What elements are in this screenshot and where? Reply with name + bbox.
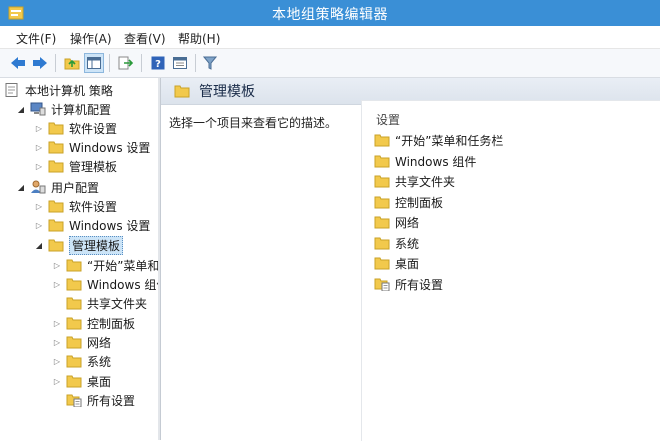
forward-arrow-icon	[33, 57, 47, 69]
tree-item-start-menu[interactable]: ▷ “开始”菜单和	[52, 256, 160, 274]
properties-button[interactable]	[170, 53, 190, 73]
filter-icon	[203, 56, 217, 70]
folder-icon	[66, 259, 82, 272]
folder-icon	[374, 175, 390, 188]
toolbar: ?	[0, 49, 660, 78]
folder-icon	[374, 257, 390, 270]
tree-item-control-panel[interactable]: ▷ 控制面板	[52, 314, 135, 332]
menu-bar: 文件(F) 操作(A) 查看(V) 帮助(H)	[0, 26, 660, 49]
folder-icon	[174, 85, 190, 98]
tree-item-desktop[interactable]: ▷ 桌面	[52, 372, 111, 390]
folder-icon	[48, 122, 64, 135]
collapsed-arrow-icon[interactable]: ▷	[52, 357, 62, 366]
export-list-button[interactable]	[116, 53, 136, 73]
tree-item-shared-folders[interactable]: 共享文件夹	[52, 294, 147, 312]
tree-item-computer-admin-templates[interactable]: ▷ 管理模板	[34, 157, 117, 175]
expanded-arrow-icon[interactable]: ◢	[16, 183, 26, 192]
details-pane: 管理模板 选择一个项目来查看它的描述。 设置 “开始”菜单和任务栏 Window…	[161, 78, 660, 441]
all-settings-icon	[66, 394, 82, 407]
tree-item-user-config[interactable]: ◢ 用户配置	[16, 178, 99, 196]
folder-icon	[66, 336, 82, 349]
help-button[interactable]: ?	[148, 53, 168, 73]
tree-item-user-software-settings[interactable]: ▷ 软件设置	[34, 197, 117, 215]
column-header-setting[interactable]: 设置	[376, 111, 400, 128]
tree-item-user-windows-settings[interactable]: ▷ Windows 设置	[34, 216, 150, 234]
tree-item-system[interactable]: ▷ 系统	[52, 352, 111, 370]
description-text: 选择一个项目来查看它的描述。	[169, 116, 338, 130]
tree-item-computer-config[interactable]: ◢ 计算机配置	[16, 100, 111, 118]
folder-icon	[48, 141, 64, 154]
tree-scrollbar[interactable]	[158, 78, 160, 440]
folder-icon	[374, 134, 390, 147]
title-bar: 本地组策略编辑器	[0, 0, 660, 26]
folder-icon	[48, 219, 64, 232]
settings-list: 设置 “开始”菜单和任务栏 Windows 组件 共享文件夹 控制面板 网络 系…	[361, 100, 660, 441]
all-settings-icon	[374, 278, 390, 291]
back-button[interactable]	[8, 53, 28, 73]
computer-icon	[30, 102, 46, 116]
collapsed-arrow-icon[interactable]: ▷	[34, 143, 44, 152]
svg-text:?: ?	[155, 59, 161, 70]
folder-icon	[374, 216, 390, 229]
up-level-button[interactable]	[62, 53, 82, 73]
folder-icon	[48, 239, 64, 252]
collapsed-arrow-icon[interactable]: ▷	[34, 124, 44, 133]
properties-icon	[173, 57, 187, 69]
folder-icon	[48, 160, 64, 173]
filter-button[interactable]	[200, 53, 220, 73]
folder-icon	[66, 317, 82, 330]
collapsed-arrow-icon[interactable]: ▷	[34, 162, 44, 171]
user-icon	[31, 180, 46, 194]
list-item[interactable]: 系统	[374, 234, 419, 252]
list-item[interactable]: 网络	[374, 213, 419, 231]
menu-action[interactable]: 操作(A)	[70, 30, 112, 47]
list-item[interactable]: “开始”菜单和任务栏	[374, 131, 503, 149]
collapsed-arrow-icon[interactable]: ▷	[52, 319, 62, 328]
export-list-icon	[118, 56, 134, 70]
collapsed-arrow-icon[interactable]: ▷	[34, 221, 44, 230]
tree-item-windows-components[interactable]: ▷ Windows 组件	[52, 275, 160, 293]
tree-item-root[interactable]: 本地计算机 策略	[4, 81, 113, 99]
collapsed-arrow-icon[interactable]: ▷	[34, 202, 44, 211]
details-header-title: 管理模板	[199, 84, 255, 100]
tree-item-user-admin-templates[interactable]: ◢ 管理模板	[34, 235, 124, 255]
menu-view[interactable]: 查看(V)	[124, 30, 166, 47]
list-item[interactable]: 控制面板	[374, 193, 443, 211]
back-arrow-icon	[11, 57, 25, 69]
collapsed-arrow-icon[interactable]: ▷	[52, 280, 62, 289]
up-folder-icon	[64, 58, 80, 70]
list-item[interactable]: Windows 组件	[374, 152, 476, 170]
policy-document-icon	[5, 83, 18, 97]
show-hide-tree-icon	[87, 57, 101, 69]
tree-item-computer-windows-settings[interactable]: ▷ Windows 设置	[34, 138, 150, 156]
collapsed-arrow-icon[interactable]: ▷	[52, 377, 62, 386]
folder-icon	[66, 297, 82, 310]
list-item[interactable]: 共享文件夹	[374, 172, 455, 190]
expanded-arrow-icon[interactable]: ◢	[16, 105, 26, 114]
folder-icon	[48, 200, 64, 213]
tree-item-computer-software-settings[interactable]: ▷ 软件设置	[34, 119, 117, 137]
folder-icon	[374, 155, 390, 168]
help-icon: ?	[151, 56, 165, 70]
expanded-arrow-icon[interactable]: ◢	[34, 241, 44, 250]
folder-icon	[374, 196, 390, 209]
tree-item-all-settings[interactable]: 所有设置	[52, 391, 135, 409]
list-item[interactable]: 所有设置	[374, 275, 443, 293]
collapsed-arrow-icon[interactable]: ▷	[52, 261, 62, 270]
menu-file[interactable]: 文件(F)	[16, 30, 56, 47]
forward-button[interactable]	[30, 53, 50, 73]
window-title: 本地组策略编辑器	[272, 7, 388, 23]
folder-icon	[66, 278, 82, 291]
folder-icon	[66, 355, 82, 368]
tree-pane: 本地计算机 策略 ◢ 计算机配置 ▷ 软件设置 ▷ Windows 设置 ▷ 管…	[0, 78, 161, 440]
collapsed-arrow-icon[interactable]: ▷	[52, 338, 62, 347]
tree-item-network[interactable]: ▷ 网络	[52, 333, 111, 351]
folder-icon	[66, 375, 82, 388]
list-item[interactable]: 桌面	[374, 254, 419, 272]
folder-icon	[374, 237, 390, 250]
show-hide-tree-button[interactable]	[84, 53, 104, 73]
menu-help[interactable]: 帮助(H)	[178, 30, 220, 47]
